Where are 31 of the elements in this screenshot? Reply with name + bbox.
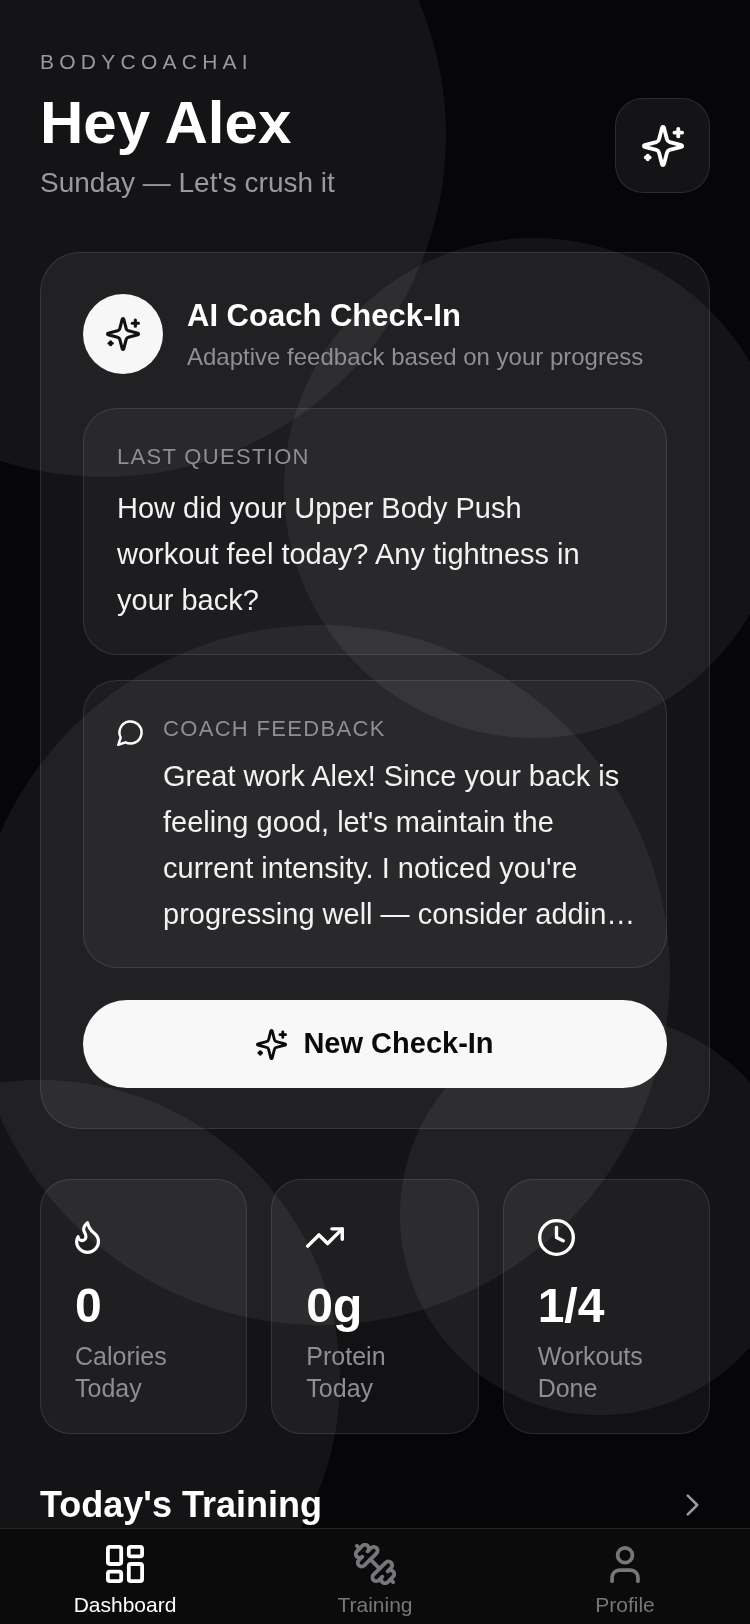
chat-bubble-icon: [117, 719, 144, 746]
section-label: LAST QUESTION: [117, 443, 311, 471]
stat-label: Protein Today: [306, 1341, 387, 1404]
brand-name: BODYCOACHAI: [40, 49, 254, 75]
section-title: Today's Training: [40, 1485, 322, 1525]
chevron-right-icon[interactable]: [686, 1494, 699, 1516]
new-check-in-button[interactable]: New Check-In: [83, 1000, 667, 1088]
clock-icon: [537, 1219, 575, 1256]
trend-up-icon: [306, 1227, 345, 1248]
feedback-text: Great work Alex! Since your back is feeling good, let's maintain the current intensity. I noticed you're progressing well — consider addin…: [163, 759, 636, 932]
stat-label: Calories Today: [75, 1341, 168, 1404]
flame-icon: [75, 1221, 100, 1254]
nav-tab[interactable]: Dashboard: [63, 1529, 187, 1624]
card-subtitle: Adaptive feedback based on your progress: [187, 341, 644, 372]
sparkle-button[interactable]: [615, 98, 710, 193]
sparkle-icon: [641, 124, 684, 167]
nav-tab[interactable]: Profile: [585, 1529, 665, 1624]
question-text: How did your Upper Body Push workout feel today? Any tightness in your back?: [117, 491, 581, 618]
stat-label: Workouts Done: [537, 1341, 644, 1404]
section-label: COACH FEEDBACK: [163, 715, 387, 743]
sparkle-icon: [256, 1028, 288, 1060]
dumbbell-icon: [354, 1543, 396, 1585]
stat-value: 0g: [306, 1280, 364, 1332]
grid-icon: [106, 1545, 144, 1583]
stat-value: 1/4: [537, 1280, 606, 1332]
greeting-subtitle: Sunday — Let's crush it: [40, 166, 335, 200]
card-title: AI Coach Check-In: [187, 296, 462, 335]
greeting-title: Hey Alex: [40, 90, 293, 156]
nav-tab[interactable]: Training: [327, 1529, 423, 1624]
user-icon: [610, 1545, 640, 1583]
stat-value: 0: [75, 1280, 103, 1332]
